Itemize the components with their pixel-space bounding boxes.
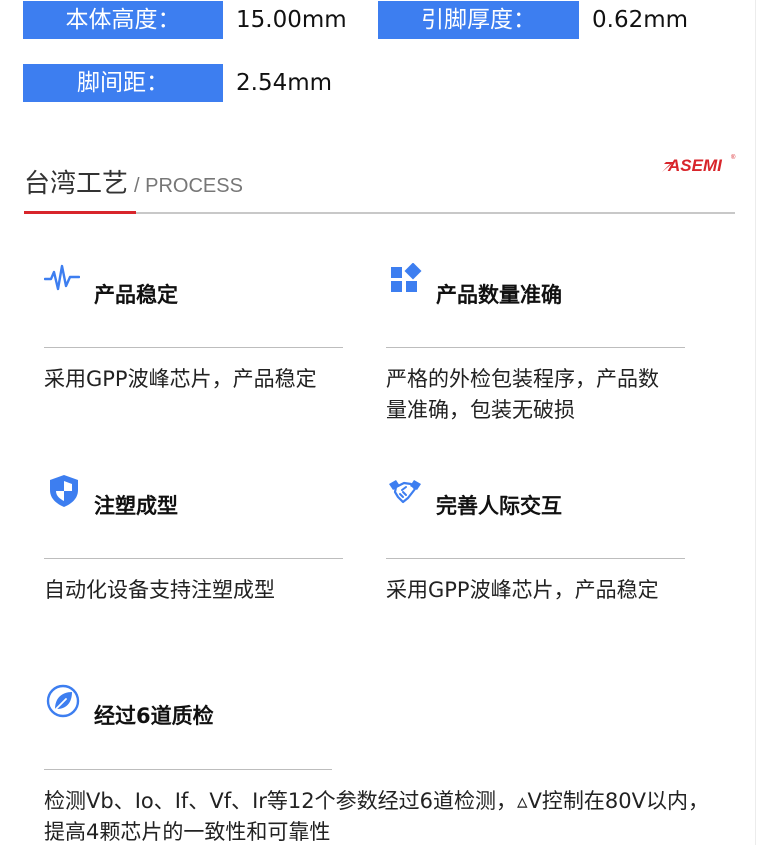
feature-description: 采用GPP波峰芯片，产品稳定 — [44, 367, 317, 391]
feature-title: 注塑成型 — [94, 494, 178, 518]
feature-title: 产品数量准确 — [436, 283, 562, 307]
feature-divider — [44, 769, 332, 770]
feature-description: 自动化设备支持注塑成型 — [44, 578, 275, 602]
pulse-wave-icon — [44, 264, 80, 291]
section-title: 台湾工艺 — [24, 169, 129, 199]
feature-description: 严格的外检包装程序，产品数量准确，包装无破损 — [386, 367, 659, 422]
spec-value-pin-pitch: 2.54mm — [236, 70, 333, 96]
section-divider-accent — [24, 211, 136, 214]
section-subtitle: / PROCESS — [134, 175, 243, 197]
feature-title: 完善人际交互 — [436, 494, 562, 518]
svg-text:®: ® — [731, 154, 736, 161]
page-right-border — [755, 0, 756, 845]
feature-divider — [386, 347, 685, 348]
section-heading: 台湾工艺 / PROCESS — [24, 160, 243, 210]
asemi-logo: ASEMI ® — [662, 154, 736, 175]
feature-divider — [44, 558, 343, 559]
feature-divider — [386, 558, 685, 559]
handshake-icon — [389, 480, 421, 504]
leaf-icon — [46, 684, 80, 718]
logo-text: ASEMI — [667, 156, 723, 175]
feature-description: 采用GPP波峰芯片，产品稳定 — [386, 578, 659, 602]
apps-grid-icon — [391, 263, 422, 292]
spec-value-body-height: 15.00mm — [236, 7, 347, 33]
feature-description: 检测Vb、Io、If、Vf、Ir等12个参数经过6道检测，▵V控制在80V以内，… — [44, 789, 709, 844]
spec-label-pin-pitch: 脚间距： — [23, 64, 223, 102]
feature-divider — [44, 347, 343, 348]
feature-title: 经过6道质检 — [94, 704, 214, 728]
shield-icon — [50, 475, 78, 507]
spec-label-lead-thickness: 引脚厚度： — [378, 1, 579, 39]
spec-label-body-height: 本体高度： — [23, 1, 223, 39]
feature-title: 产品稳定 — [94, 283, 178, 307]
spec-value-lead-thickness: 0.62mm — [592, 7, 689, 33]
